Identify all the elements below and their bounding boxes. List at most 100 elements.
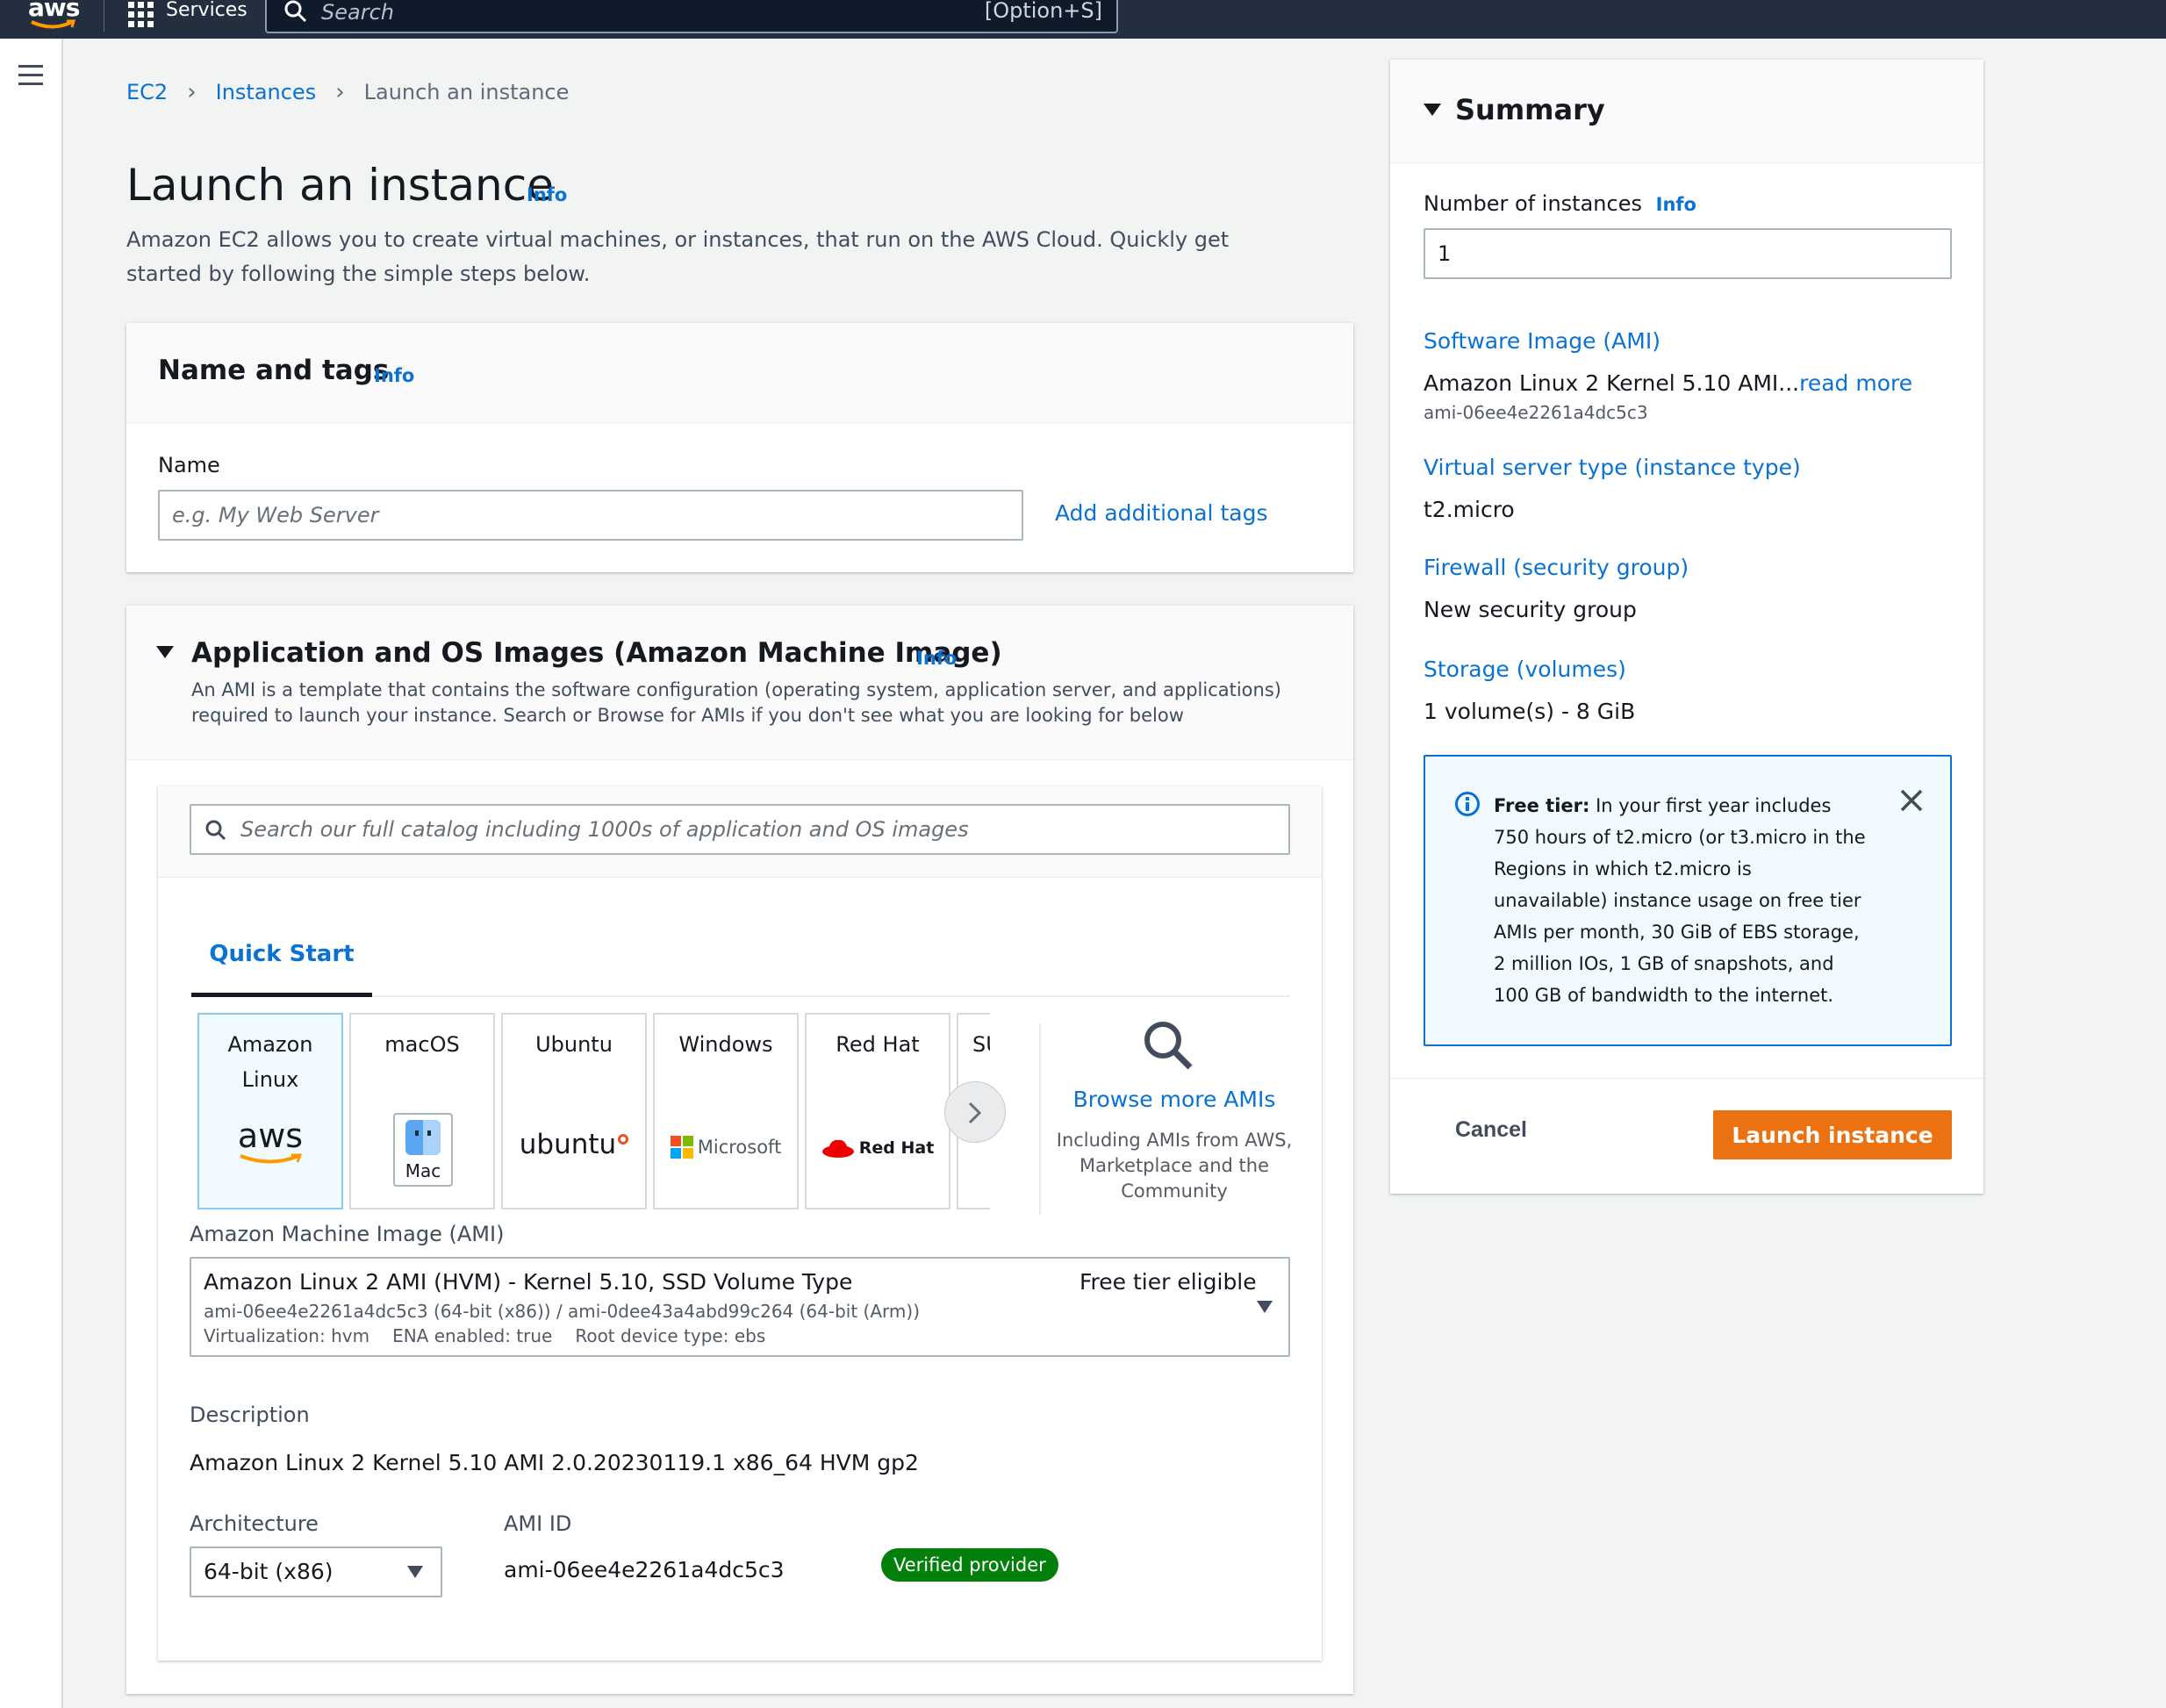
catalog-search-input[interactable]: Search our full catalog including 1000s … — [190, 804, 1290, 855]
software-image-id: ami-06ee4e2261a4dc5c3 — [1424, 402, 1648, 423]
number-of-instances-input[interactable]: 1 — [1424, 228, 1952, 279]
grid-icon — [128, 1, 154, 27]
os-tile-label: SU — [972, 1032, 990, 1057]
os-tile-macos[interactable]: macOS Mac — [349, 1013, 495, 1209]
cancel-button[interactable]: Cancel — [1455, 1117, 1527, 1143]
name-and-tags-header: Name and tags Info — [126, 323, 1353, 423]
architecture-label: Architecture — [190, 1511, 319, 1536]
aws-logo-word: aws — [237, 1116, 304, 1155]
number-of-instances-value: 1 — [1438, 241, 1452, 266]
software-image-link[interactable]: Software Image (AMI) — [1424, 328, 1660, 354]
verified-provider-badge: Verified provider — [881, 1548, 1058, 1582]
ami-id-value: ami-06ee4e2261a4dc5c3 — [504, 1557, 785, 1582]
tiles-scroll-right-button[interactable] — [944, 1081, 1006, 1143]
architecture-value: 64-bit (x86) — [204, 1559, 334, 1584]
page-info-link[interactable]: Info — [527, 184, 567, 205]
ami-selected-attributes: Virtualization: hvm ENA enabled: true Root… — [204, 1325, 788, 1346]
application-os-images-panel: Application and OS Images (Amazon Machin… — [126, 606, 1353, 1694]
firewall-value: New security group — [1424, 597, 1637, 622]
caret-down-icon[interactable] — [156, 646, 174, 658]
browse-more-amis[interactable]: Browse more AMIs Including AMIs from AWS… — [1043, 1015, 1306, 1204]
instance-type-value: t2.micro — [1424, 497, 1515, 522]
free-tier-eligible-label: Free tier eligible — [1079, 1269, 1257, 1295]
add-additional-tags-link[interactable]: Add additional tags — [1055, 500, 1267, 526]
name-and-tags-title: Name and tags — [158, 355, 390, 386]
services-menu-button[interactable]: Services — [128, 0, 247, 32]
number-of-instances-text: Number of instances — [1424, 191, 1642, 216]
ami-root-device: Root device type: ebs — [575, 1325, 766, 1346]
ubuntu-logo: ubuntu — [503, 1129, 645, 1160]
free-tier-body: In your first year includes 750 hours of… — [1494, 795, 1866, 1006]
top-navigation: aws Services Search [Option+S] — [0, 0, 2166, 39]
browse-more-amis-link[interactable]: Browse more AMIs — [1043, 1087, 1306, 1112]
os-tile-red-hat[interactable]: Red Hat Red Hat — [805, 1013, 950, 1209]
software-image-name: Amazon Linux 2 Kernel 5.10 AMI... — [1424, 370, 1800, 396]
global-search-input[interactable]: Search [Option+S] — [265, 0, 1118, 33]
ami-tabs: Quick Start — [191, 927, 1290, 997]
ami-selector: Search our full catalog including 1000s … — [158, 786, 1322, 1661]
info-icon — [1455, 792, 1480, 816]
catalog-search-header: Search our full catalog including 1000s … — [158, 786, 1322, 878]
ami-selected-name: Amazon Linux 2 AMI (HVM) - Kernel 5.10, … — [204, 1269, 853, 1295]
ami-title[interactable]: Application and OS Images (Amazon Machin… — [191, 637, 1002, 669]
architecture-select[interactable]: 64-bit (x86) — [190, 1547, 442, 1597]
caret-down-icon[interactable] — [1424, 104, 1441, 116]
mac-label: Mac — [405, 1160, 441, 1181]
ami-id-label: AMI ID — [504, 1511, 572, 1536]
microsoft-logo-text: Microsoft — [697, 1137, 782, 1158]
chevron-right-icon: › — [187, 79, 197, 105]
launch-instance-button[interactable]: Launch instance — [1713, 1110, 1952, 1159]
global-search-placeholder: Search — [321, 0, 394, 25]
search-icon — [1144, 1022, 1193, 1070]
ami-selected-ids: ami-06ee4e2261a4dc5c3 (64-bit (x86)) / a… — [204, 1301, 920, 1322]
aws-logo[interactable]: aws — [26, 0, 81, 30]
name-and-tags-info-link[interactable]: Info — [374, 365, 414, 386]
free-tier-alert: Free tier: In your first year includes 7… — [1424, 755, 1952, 1046]
os-tile-label: Ubuntu — [535, 1032, 613, 1057]
ami-virtualization: Virtualization: hvm — [204, 1325, 370, 1346]
firewall-link[interactable]: Firewall (security group) — [1424, 555, 1689, 580]
finder-icon: Mac — [393, 1113, 453, 1187]
free-tier-text: Free tier: In your first year includes 7… — [1494, 790, 1871, 1011]
summary-header: Summary — [1390, 60, 1983, 163]
page-description: Amazon EC2 allows you to create virtual … — [126, 227, 1230, 286]
chevron-right-icon — [968, 1102, 982, 1124]
instance-type-link[interactable]: Virtual server type (instance type) — [1424, 455, 1801, 480]
os-tile-label: Red Hat — [836, 1032, 920, 1057]
browse-more-amis-description: Including AMIs from AWS, Marketplace and… — [1056, 1130, 1293, 1202]
tiles-divider — [1039, 1023, 1041, 1215]
number-of-instances-info-link[interactable]: Info — [1656, 194, 1696, 215]
number-of-instances-label: Number of instances Info — [1424, 191, 1696, 216]
summary-title[interactable]: Summary — [1455, 93, 1605, 126]
menu-icon[interactable] — [18, 65, 43, 91]
description-value: Amazon Linux 2 Kernel 5.10 AMI 2.0.20230… — [190, 1450, 919, 1475]
read-more-link[interactable]: read more — [1799, 370, 1912, 396]
os-tile-label: macOS — [384, 1032, 460, 1057]
caret-down-icon — [1257, 1301, 1273, 1313]
services-label: Services — [166, 0, 247, 21]
summary-actions: Cancel Launch instance — [1390, 1078, 1983, 1194]
ami-ena: ENA enabled: true — [392, 1325, 553, 1346]
tab-quick-start[interactable]: Quick Start — [191, 927, 372, 997]
breadcrumb-ec2[interactable]: EC2 — [126, 80, 168, 104]
breadcrumb-instances[interactable]: Instances — [216, 80, 317, 104]
aws-logo: aws — [199, 1118, 341, 1166]
ami-select-label: Amazon Machine Image (AMI) — [190, 1222, 505, 1246]
breadcrumb: EC2 › Instances › Launch an instance — [126, 79, 569, 105]
os-tile-label: Amazon Linux — [227, 1032, 313, 1092]
page-title: Launch an instance — [126, 160, 554, 211]
search-icon — [284, 0, 307, 23]
description-label: Description — [190, 1403, 310, 1427]
storage-link[interactable]: Storage (volumes) — [1424, 657, 1626, 682]
red-hat-logo-text: Red Hat — [858, 1138, 935, 1158]
os-tile-windows[interactable]: Windows Microsoft — [653, 1013, 799, 1209]
name-and-tags-panel: Name and tags Info Name e.g. My Web Serv… — [126, 323, 1353, 572]
os-tile-ubuntu[interactable]: Ubuntu ubuntu — [501, 1013, 647, 1209]
chevron-right-icon: › — [335, 79, 345, 105]
os-tile-amazon-linux[interactable]: Amazon Linux aws — [197, 1013, 343, 1209]
software-image-value: Amazon Linux 2 Kernel 5.10 AMI...read mo… — [1424, 370, 1912, 396]
ami-info-link[interactable]: Info — [916, 648, 957, 669]
ami-select[interactable]: Amazon Linux 2 AMI (HVM) - Kernel 5.10, … — [190, 1257, 1290, 1357]
name-input[interactable]: e.g. My Web Server — [158, 490, 1023, 541]
close-icon[interactable] — [1899, 788, 1924, 813]
